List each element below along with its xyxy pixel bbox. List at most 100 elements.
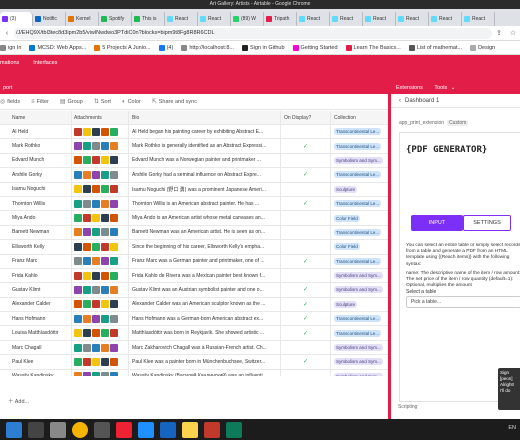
bookmark-star-icon[interactable]: ☆ <box>506 29 520 37</box>
browser-tab[interactable]: React <box>462 12 495 26</box>
attachment-thumbnail[interactable] <box>74 285 82 294</box>
attachment-thumbnail[interactable] <box>92 142 100 151</box>
attachment-thumbnail[interactable] <box>92 156 100 165</box>
attachment-thumbnail[interactable] <box>101 170 109 179</box>
cell-collection[interactable]: Color Field <box>331 240 390 253</box>
cell-attachments[interactable] <box>72 182 129 196</box>
cell-on-display[interactable] <box>281 240 331 254</box>
attachment-thumbnail[interactable] <box>83 329 91 338</box>
attachment-thumbnail[interactable] <box>83 242 91 251</box>
attachment-thumbnail[interactable] <box>110 314 118 323</box>
terminal-icon[interactable] <box>50 421 66 438</box>
url-field[interactable]: /J/EHQ9X/tbl3tec8d3ipm2b5/viwlNwdwo3PTdi… <box>14 27 492 39</box>
attachment-thumbnail[interactable] <box>83 257 91 266</box>
cell-name[interactable]: Gustav Klimt <box>0 283 72 297</box>
table-row[interactable]: Isamu Noguchi Isamu Noguchi (野口 勇) was a … <box>0 182 390 197</box>
cell-bio[interactable]: Frida Kahlo de Rivera was a Mexican pain… <box>129 268 281 283</box>
bookmark-item[interactable]: List of mathemat... <box>408 44 462 51</box>
attachment-thumbnail[interactable] <box>83 343 91 352</box>
attachment-thumbnail[interactable] <box>110 357 118 366</box>
col-attachments[interactable]: Attachments <box>72 111 129 124</box>
back-icon[interactable]: ‹ <box>0 30 14 37</box>
cell-collection[interactable]: Symbolism and Sym... <box>331 355 390 368</box>
attachment-thumbnail[interactable] <box>92 127 100 136</box>
browser-tab[interactable]: React <box>198 12 231 26</box>
subnav[interactable]: port <box>0 83 390 94</box>
bookmark-item[interactable]: Learn The Basics... <box>345 44 401 51</box>
vscode-insiders-icon[interactable] <box>160 421 176 438</box>
cell-bio[interactable]: Wassily Kandinsky (Василий Кандинский) w… <box>129 369 281 376</box>
attachment-thumbnail[interactable] <box>83 142 91 151</box>
cell-collection[interactable]: Transcontinental Le... <box>331 168 390 181</box>
col-name[interactable]: Name <box>0 111 72 124</box>
settings-tab-button[interactable]: SETTINGS <box>463 215 511 231</box>
attachment-thumbnail[interactable] <box>74 329 82 338</box>
attachment-thumbnail[interactable] <box>92 228 100 237</box>
filter-button[interactable]: ≡ Filter <box>31 99 49 105</box>
bookmark-item[interactable]: Sign in Github <box>241 44 285 51</box>
attachment-thumbnail[interactable] <box>83 372 91 376</box>
cell-attachments[interactable] <box>72 211 129 225</box>
attachment-thumbnail[interactable] <box>110 228 118 237</box>
attachment-thumbnail[interactable] <box>74 170 82 179</box>
cell-on-display[interactable] <box>281 153 331 168</box>
cell-name[interactable]: Frida Kahlo <box>0 268 72 283</box>
browser-tab[interactable]: Notific <box>33 12 66 26</box>
attachment-thumbnail[interactable] <box>74 357 82 366</box>
table-row[interactable]: Paul Klee Paul Klee was a painter born in… <box>0 355 390 370</box>
sort-button[interactable]: ⇅ Sort <box>94 98 111 106</box>
cell-name[interactable]: Al Held <box>0 125 72 139</box>
browser-tab[interactable]: Tripath <box>264 12 297 26</box>
attachment-thumbnail[interactable] <box>92 185 100 194</box>
attachment-thumbnail[interactable] <box>92 214 100 223</box>
attachment-thumbnail[interactable] <box>101 329 109 338</box>
cell-collection[interactable]: Color Field <box>331 211 390 224</box>
cell-collection[interactable]: Symbolism and Sym... <box>331 283 390 296</box>
cell-collection[interactable]: Transcontinental Le... <box>331 312 390 325</box>
browser-tab[interactable]: React <box>396 12 429 26</box>
attachment-thumbnail[interactable] <box>74 343 82 352</box>
table-row[interactable]: Marc Chagall Marc Zakharovich Chagall was… <box>0 340 390 356</box>
bookmark-item[interactable]: Design <box>470 44 495 51</box>
attachment-thumbnail[interactable] <box>92 285 100 294</box>
table-row[interactable]: Al Held Al Held began his painting career… <box>0 125 390 140</box>
input-tab-button[interactable]: INPUT <box>411 215 463 231</box>
attachment-thumbnail[interactable] <box>74 314 82 323</box>
cell-attachments[interactable] <box>72 153 129 168</box>
chrome-icon[interactable] <box>72 421 88 438</box>
bookmark-item[interactable]: Getting Started <box>292 44 338 51</box>
attachment-thumbnail[interactable] <box>74 127 82 136</box>
bookmark-item[interactable]: MCSD: Web Apps... <box>29 44 86 51</box>
attachment-thumbnail[interactable] <box>92 257 100 266</box>
cell-name[interactable]: Isamu Noguchi <box>0 182 72 196</box>
table-row[interactable]: Frida Kahlo Frida Kahlo de Rivera was a M… <box>0 268 390 284</box>
cell-attachments[interactable] <box>72 240 129 254</box>
cell-bio[interactable]: Miya Ando is an American artist whose me… <box>129 211 281 225</box>
attachment-thumbnail[interactable] <box>101 228 109 237</box>
browser-tab[interactable]: Kernel <box>66 12 99 26</box>
attachment-thumbnail[interactable] <box>74 156 82 165</box>
table-row[interactable]: Mark Rothko Mark Rothko is generally iden… <box>0 139 390 154</box>
attachment-thumbnail[interactable] <box>92 372 100 376</box>
attachment-thumbnail[interactable] <box>83 228 91 237</box>
cell-name[interactable]: Mark Rothko <box>0 139 72 153</box>
cell-on-display[interactable] <box>281 340 331 355</box>
col-on-display[interactable]: On Display? <box>281 111 331 124</box>
cell-attachments[interactable] <box>72 168 129 182</box>
table-row[interactable]: Franz Marc Franz Marc was a German painte… <box>0 254 390 269</box>
table-row[interactable]: Ellsworth Kelly Since the beginning of hi… <box>0 240 390 255</box>
table-row[interactable]: Barnett Newman Barnett Newman was an Amer… <box>0 225 390 241</box>
cell-attachments[interactable] <box>72 268 129 283</box>
attachment-thumbnail[interactable] <box>110 156 118 165</box>
cell-attachments[interactable] <box>72 355 129 369</box>
cell-name[interactable]: Ellsworth Kelly <box>0 240 72 254</box>
cell-attachments[interactable] <box>72 369 129 376</box>
notification-toast[interactable]: Sign [peon] Alright! I'll do <box>498 368 520 410</box>
attachment-thumbnail[interactable] <box>74 271 82 280</box>
cell-on-display[interactable]: ✓ <box>281 355 331 369</box>
cell-on-display[interactable]: ✓ <box>281 254 331 268</box>
attachment-thumbnail[interactable] <box>83 214 91 223</box>
browser-tab[interactable]: This is <box>132 12 165 26</box>
cell-name[interactable]: Miya Ando <box>0 211 72 225</box>
system-tray[interactable]: EN <box>508 425 516 431</box>
